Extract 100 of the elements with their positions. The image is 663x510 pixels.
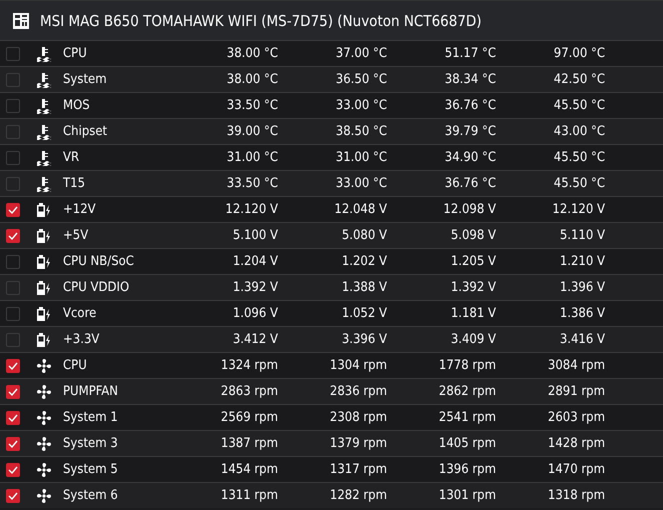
sensor-value: 42.50 °C — [552, 72, 605, 87]
sensor-value: 3.416 V — [558, 332, 605, 347]
sensor-name: System 6 — [63, 488, 119, 503]
sensor-value: 1318 rpm — [546, 488, 605, 503]
sensor-value: 5.100 V — [232, 228, 278, 243]
sensor-value: 45.50 °C — [552, 150, 605, 165]
checkbox[interactable] — [6, 124, 20, 138]
fan-icon — [36, 410, 52, 426]
thermometer-icon — [36, 176, 52, 192]
checkbox[interactable] — [6, 176, 20, 190]
checkbox[interactable] — [6, 72, 20, 86]
sensor-value: 12.098 V — [442, 202, 496, 217]
sensor-value: 2836 rpm — [328, 384, 387, 399]
checkbox[interactable] — [6, 228, 20, 242]
sensor-value: 38.00 °C — [226, 72, 278, 87]
sensor-name: System — [63, 72, 108, 87]
sensor-name: CPU VDDIO — [63, 280, 130, 295]
checkbox[interactable] — [6, 46, 20, 60]
sensor-value: 1.396 V — [558, 280, 605, 295]
sensor-value: 36.76 °C — [444, 176, 496, 191]
sensor-value: 1470 rpm — [546, 462, 605, 477]
sensor-value: 3.409 V — [450, 332, 496, 347]
sensor-value: 38.50 °C — [334, 124, 387, 139]
battery-charge-icon — [36, 280, 52, 296]
sensor-name: PUMPFAN — [63, 384, 120, 399]
sensor-value: 1.386 V — [558, 306, 605, 321]
sensor-name: CPU — [63, 358, 88, 373]
sensor-value: 2541 rpm — [438, 410, 496, 425]
checkbox[interactable] — [6, 280, 20, 294]
sensor-value: 1454 rpm — [220, 462, 278, 477]
sensor-value: 36.76 °C — [444, 98, 496, 113]
sensor-value: 1.205 V — [450, 254, 496, 269]
checkbox[interactable] — [6, 254, 20, 268]
battery-charge-icon — [36, 306, 52, 322]
sensor-value: 39.00 °C — [226, 124, 278, 139]
fan-icon — [36, 488, 52, 504]
sensor-value: 31.00 °C — [334, 150, 387, 165]
checkbox[interactable] — [6, 436, 20, 450]
sensor-value: 33.50 °C — [226, 176, 278, 191]
sensor-value: 2569 rpm — [220, 410, 278, 425]
sensor-value: 5.080 V — [340, 228, 387, 243]
sensor-value: 2862 rpm — [438, 384, 496, 399]
sensor-name: +3.3V — [63, 332, 100, 347]
sensor-value: 1396 rpm — [438, 462, 496, 477]
sensor-value: 1317 rpm — [328, 462, 387, 477]
checkbox[interactable] — [6, 384, 20, 398]
sensor-value: 31.00 °C — [226, 150, 278, 165]
checkbox[interactable] — [6, 332, 20, 346]
sensor-name: CPU — [63, 46, 88, 61]
sensor-name: Vcore — [63, 306, 98, 321]
fan-icon — [36, 436, 52, 452]
sensor-value: 43.00 °C — [552, 124, 605, 139]
battery-charge-icon — [36, 254, 52, 270]
sensor-value: 1379 rpm — [328, 436, 387, 451]
sensor-value: 1.392 V — [232, 280, 278, 295]
sensor-value: 1.210 V — [558, 254, 605, 269]
checkbox[interactable] — [6, 98, 20, 112]
fan-icon — [36, 358, 52, 374]
checkbox[interactable] — [6, 488, 20, 502]
sensor-name: T15 — [63, 176, 86, 191]
sensor-group-title: MSI MAG B650 TOMAHAWK WIFI (MS-7D75) (Nuvoton NCT6687D) — [40, 12, 482, 30]
sensor-value: 1304 rpm — [328, 358, 387, 373]
checkbox[interactable] — [6, 306, 20, 320]
sensor-value: 2308 rpm — [328, 410, 387, 425]
thermometer-icon — [36, 124, 52, 140]
checkbox[interactable] — [6, 462, 20, 476]
sensor-value: 1.052 V — [340, 306, 387, 321]
sensor-name: CPU NB/SoC — [63, 254, 135, 269]
sensor-value: 34.90 °C — [444, 150, 496, 165]
sensor-name: +12V — [63, 202, 97, 217]
sensor-value: 1.204 V — [232, 254, 278, 269]
sensor-value: 1324 rpm — [220, 358, 278, 373]
sensor-value: 12.120 V — [224, 202, 278, 217]
sensor-value: 1405 rpm — [438, 436, 496, 451]
sensor-value: 1387 rpm — [220, 436, 278, 451]
sensor-value: 5.098 V — [450, 228, 496, 243]
sensor-value: 33.50 °C — [226, 98, 278, 113]
sensor-value: 36.50 °C — [334, 72, 387, 87]
battery-charge-icon — [36, 228, 52, 244]
sensor-value: 1282 rpm — [328, 488, 387, 503]
thermometer-icon — [36, 98, 52, 114]
sensor-value: 3084 rpm — [546, 358, 605, 373]
sensor-value: 1311 rpm — [220, 488, 278, 503]
battery-charge-icon — [36, 202, 52, 218]
sensor-value: 45.50 °C — [552, 176, 605, 191]
sensor-value: 38.34 °C — [444, 72, 496, 87]
sensor-value: 33.00 °C — [334, 176, 387, 191]
battery-charge-icon — [36, 332, 52, 348]
checkbox[interactable] — [6, 358, 20, 372]
sensor-name: VR — [63, 150, 80, 165]
checkbox[interactable] — [6, 410, 20, 424]
checkbox[interactable] — [6, 150, 20, 164]
sensor-value: 1.202 V — [340, 254, 387, 269]
sensor-value: 33.00 °C — [334, 98, 387, 113]
sensor-value: 1.096 V — [232, 306, 278, 321]
sensor-name: System 1 — [63, 410, 119, 425]
checkbox[interactable] — [6, 202, 20, 216]
sensor-value: 1.181 V — [450, 306, 496, 321]
sensor-value: 51.17 °C — [444, 46, 496, 61]
sensor-value: 1.392 V — [450, 280, 496, 295]
